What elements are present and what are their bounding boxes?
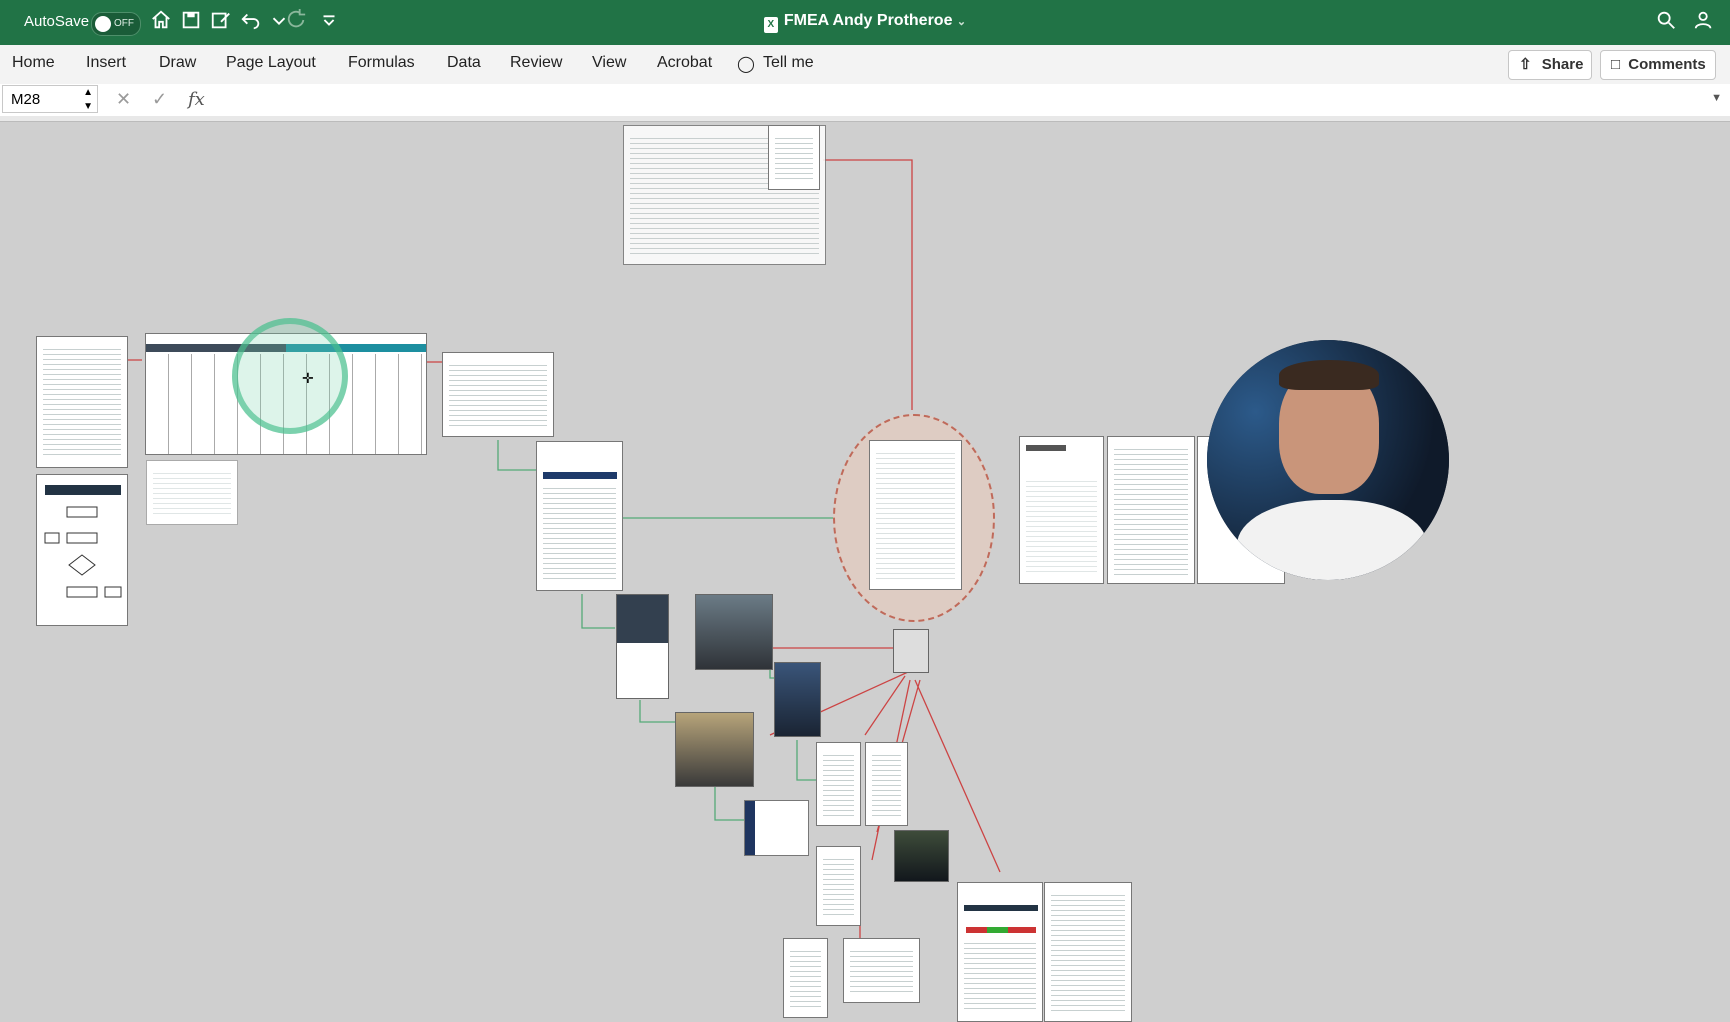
notes-page[interactable] — [146, 460, 238, 525]
form-page[interactable] — [783, 938, 828, 1018]
risk-table-page[interactable] — [442, 352, 554, 437]
webcam-presenter — [1207, 340, 1449, 580]
presenter-photo[interactable] — [894, 830, 949, 882]
checklist-page[interactable] — [843, 938, 920, 1003]
diagram-page[interactable] — [816, 846, 861, 926]
policy-banner — [543, 472, 617, 479]
classroom-photo[interactable] — [774, 662, 821, 737]
standard-title-block — [1026, 445, 1066, 451]
flowchart-shapes — [44, 485, 122, 598]
training-certificate[interactable] — [744, 800, 809, 856]
report-status-strip — [966, 927, 1036, 933]
report-page-1[interactable] — [816, 742, 861, 826]
meeting-photo[interactable] — [695, 594, 773, 670]
figure-icon-image[interactable] — [893, 629, 929, 673]
move-cursor-icon: ✛ — [302, 370, 314, 386]
report-page-2[interactable] — [865, 742, 908, 826]
presenter-shirt — [1237, 500, 1427, 580]
training-flyer[interactable] — [616, 594, 669, 699]
group-photo[interactable] — [675, 712, 754, 787]
process-flowchart[interactable] — [869, 440, 962, 590]
site-report[interactable] — [957, 882, 1043, 1022]
flowchart-diagram[interactable] — [36, 474, 128, 626]
certificate-stripe — [745, 801, 755, 855]
contents-page[interactable] — [36, 336, 128, 468]
policy-statement[interactable] — [536, 441, 623, 591]
site-report-page-2[interactable] — [1044, 882, 1132, 1022]
report-title-bar — [964, 905, 1038, 911]
cursor-highlight — [232, 318, 348, 434]
flyer-photo — [617, 595, 668, 643]
international-standard[interactable] — [1019, 436, 1104, 584]
presenter-hair — [1279, 360, 1379, 390]
top-side-page[interactable] — [768, 125, 820, 190]
standard-contents[interactable] — [1107, 436, 1195, 584]
